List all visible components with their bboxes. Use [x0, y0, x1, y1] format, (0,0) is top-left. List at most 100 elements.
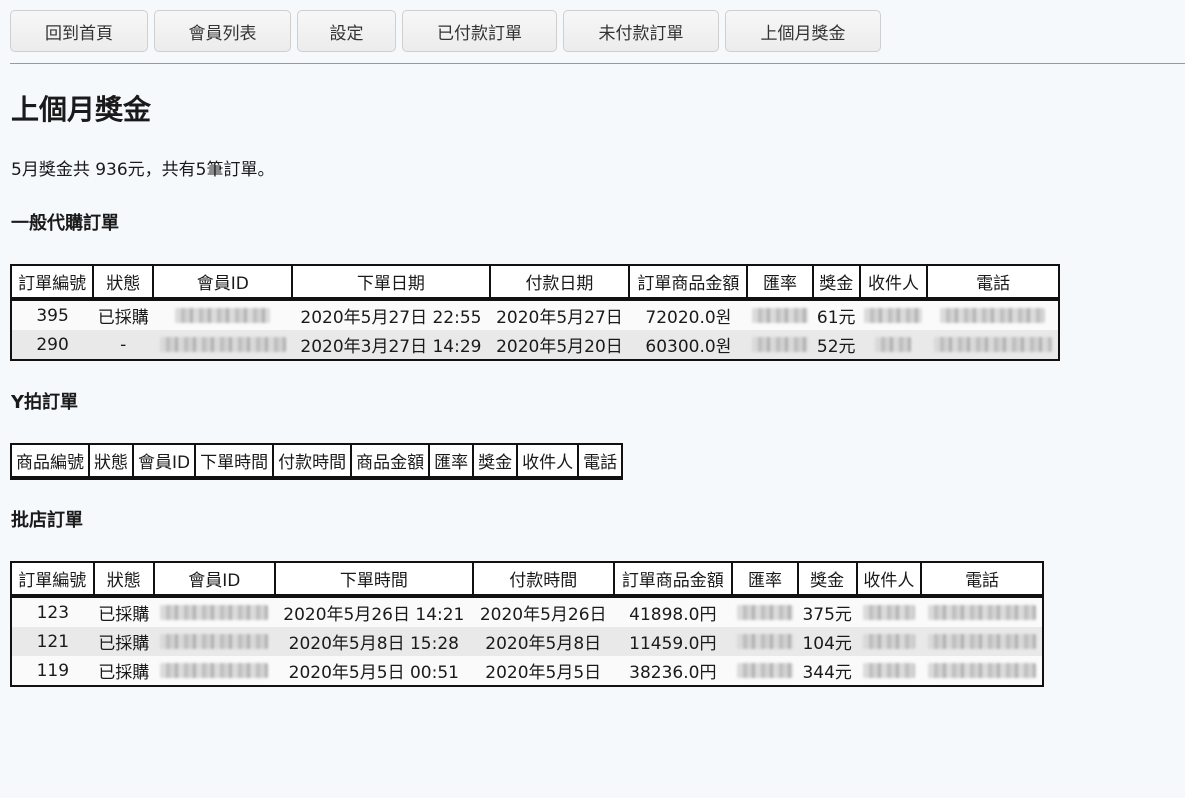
column-header: 匯率: [746, 264, 814, 301]
phone: [921, 627, 1043, 656]
column-header: 下單時間: [194, 443, 275, 480]
column-header: 電話: [577, 443, 624, 480]
column-header: 電話: [926, 264, 1060, 301]
bonus: 104元: [797, 627, 857, 656]
order-date: 2020年5月26日 14:21: [274, 596, 473, 627]
redacted-recipient: [862, 605, 915, 620]
column-header: 訂單商品金額: [612, 561, 734, 598]
column-header: 獎金: [472, 443, 519, 480]
column-header: 會員ID: [152, 264, 294, 301]
order-date: 2020年5月5日 00:51: [274, 656, 473, 686]
redacted-rate: [736, 663, 793, 678]
exchange-rate: [732, 596, 798, 627]
column-header: 收件人: [516, 443, 580, 480]
redacted-recipient: [862, 663, 915, 678]
order-id: 290: [11, 330, 94, 360]
redacted-rate: [736, 634, 793, 649]
redacted-phone: [933, 337, 1052, 352]
redacted-member-id: [160, 605, 269, 620]
top-nav: 回到首頁 會員列表 設定 已付款訂單 未付款訂單 上個月獎金: [10, 10, 881, 52]
order-date: 2020年5月27日 22:55: [292, 299, 490, 330]
redacted-rate: [752, 308, 809, 323]
recipient: [856, 596, 922, 627]
status: -: [93, 330, 154, 360]
home-button[interactable]: 回到首頁: [10, 10, 148, 52]
status: 已採購: [93, 656, 154, 686]
order-id: 121: [11, 627, 94, 656]
last-month-bonus-button[interactable]: 上個月獎金: [725, 10, 881, 52]
divider: [10, 63, 1185, 64]
redacted-recipient: [875, 337, 912, 352]
redacted-member-id: [159, 337, 286, 352]
table-header-row: 訂單編號 狀態 會員ID 下單時間 付款時間 訂單商品金額 匯率 獎金 收件人 …: [10, 561, 1044, 598]
y-orders-title: Y拍訂單: [11, 392, 79, 413]
column-header: 訂單編號: [9, 264, 95, 301]
batch-orders-title: 批店訂單: [11, 510, 83, 531]
redacted-recipient: [864, 308, 923, 323]
bonus: 375元: [797, 596, 857, 627]
recipient: [859, 330, 928, 360]
redacted-phone: [927, 605, 1036, 620]
status: 已採購: [93, 596, 154, 627]
order-id: 123: [11, 596, 94, 627]
page-title: 上個月獎金: [11, 93, 152, 126]
column-header: 商品編號: [10, 443, 90, 480]
phone: [921, 656, 1043, 686]
bonus-summary: 5月獎金共 936元，共有5筆訂單。: [11, 160, 275, 180]
payment-date: 2020年5月5日: [472, 656, 614, 686]
column-header: 收件人: [855, 561, 923, 598]
member-list-button[interactable]: 會員列表: [154, 10, 291, 52]
redacted-member-id: [175, 308, 271, 323]
bonus: 344元: [797, 656, 857, 686]
settings-button[interactable]: 設定: [297, 10, 396, 52]
y-orders-table: 商品編號 狀態 會員ID 下單時間 付款時間 商品金額 匯率 獎金 收件人 電話: [10, 443, 624, 480]
column-header: 會員ID: [131, 443, 197, 480]
phone: [921, 596, 1043, 627]
redacted-phone: [927, 634, 1036, 649]
column-header: 付款日期: [488, 264, 631, 301]
amount: 60300.0원: [629, 330, 748, 360]
amount: 72020.0원: [629, 299, 748, 330]
redacted-phone: [927, 663, 1036, 678]
column-header: 電話: [920, 561, 1044, 598]
recipient: [856, 627, 922, 656]
order-date: 2020年3月27日 14:29: [292, 330, 490, 360]
general-orders-title: 一般代購訂單: [11, 213, 119, 234]
unpaid-orders-button[interactable]: 未付款訂單: [563, 10, 719, 52]
amount: 41898.0円: [613, 596, 733, 627]
redacted-recipient: [862, 634, 915, 649]
exchange-rate: [732, 627, 798, 656]
status: 已採購: [93, 627, 154, 656]
batch-orders-table: 訂單編號 狀態 會員ID 下單時間 付款時間 訂單商品金額 匯率 獎金 收件人 …: [10, 561, 1044, 687]
column-header: 狀態: [92, 561, 155, 598]
bonus: 52元: [812, 330, 860, 360]
recipient: [856, 656, 922, 686]
table-row: 121 已採購 2020年5月8日 15:28 2020年5月8日 11459.…: [11, 627, 1043, 656]
column-header: 付款時間: [272, 443, 353, 480]
table-header-row: 訂單編號 狀態 會員ID 下單日期 付款日期 訂單商品金額 匯率 獎金 收件人 …: [9, 264, 1060, 301]
table-row: 290 - 2020年3月27日 14:29 2020年5月20日 60300.…: [11, 330, 1059, 360]
redacted-member-id: [160, 634, 269, 649]
order-id: 119: [11, 656, 94, 686]
general-orders-table: 訂單編號 狀態 會員ID 下單日期 付款日期 訂單商品金額 匯率 獎金 收件人 …: [9, 264, 1060, 361]
member-id: [153, 330, 293, 360]
order-id: 395: [11, 299, 94, 330]
member-id: [153, 656, 275, 686]
amount: 11459.0円: [613, 627, 733, 656]
phone: [927, 299, 1059, 330]
amount: 38236.0円: [613, 656, 733, 686]
column-header: 狀態: [88, 443, 134, 480]
column-header: 獎金: [811, 264, 861, 301]
exchange-rate: [747, 330, 813, 360]
column-header: 會員ID: [152, 561, 276, 598]
column-header: 商品金額: [350, 443, 431, 480]
status: 已採購: [93, 299, 154, 330]
payment-date: 2020年5月27日: [489, 299, 630, 330]
redacted-member-id: [160, 663, 269, 678]
bonus: 61元: [812, 299, 860, 330]
column-header: 匯率: [428, 443, 475, 480]
redacted-phone: [940, 308, 1046, 323]
column-header: 匯率: [731, 561, 799, 598]
paid-orders-button[interactable]: 已付款訂單: [402, 10, 557, 52]
payment-date: 2020年5月26日: [472, 596, 614, 627]
